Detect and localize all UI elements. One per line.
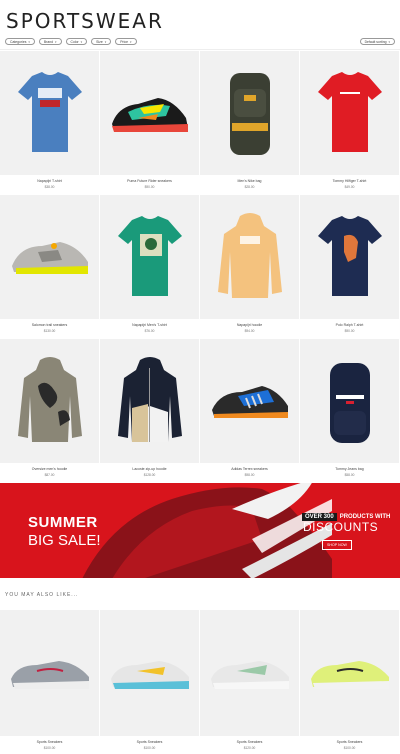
recommended-grid: Sports Sneakers $100.00 Sports Sneakers …	[0, 610, 400, 754]
chevron-down-icon: ▾	[54, 39, 57, 44]
page-title: SPORTSWEAR	[6, 9, 164, 33]
divider	[0, 49, 400, 50]
product-name[interactable]: Lacoste zip-up hoodie	[100, 467, 199, 471]
product-image	[300, 339, 399, 463]
filter-color[interactable]: Color ▾	[65, 38, 88, 45]
product-image	[100, 195, 199, 319]
product-card[interactable]: Tommy Jeans bag $58.00	[300, 339, 400, 483]
product-card[interactable]: Sports Sneakers $100.00	[0, 610, 100, 754]
product-image	[200, 610, 299, 736]
product-grid: Napapijri T-shirt $38.00 Puma Future Rid…	[0, 51, 400, 483]
product-name[interactable]: Adidas Terrex sneakers	[200, 467, 299, 471]
product-card[interactable]: Tommy Hilfiger T-shirt $49.00	[300, 51, 400, 195]
product-card[interactable]: Oversize men's hoodie $87.00	[0, 339, 100, 483]
banner-big-sale: BIG SALE!	[28, 532, 101, 549]
filter-label: Categories	[10, 39, 27, 44]
chevron-down-icon: ▾	[388, 39, 390, 44]
product-image	[300, 610, 399, 736]
product-price: $90.00	[344, 329, 355, 333]
product-image	[0, 339, 99, 463]
product-card[interactable]: Napapijri Men's T-shirt $76.00	[100, 195, 200, 339]
product-image	[200, 339, 299, 463]
product-price: $100.00	[143, 746, 156, 750]
product-image	[100, 610, 199, 736]
product-name[interactable]: Sports Sneakers	[100, 740, 199, 744]
sort-label: Default sorting	[364, 39, 387, 44]
filter-size[interactable]: Size ▾	[91, 38, 112, 45]
product-price: $130.00	[43, 329, 56, 333]
product-image	[100, 339, 199, 463]
product-price: $28.00	[244, 185, 255, 189]
product-name[interactable]: Napapijri hoodie	[200, 323, 299, 327]
banner-discounts: DISCOUNTS	[303, 520, 379, 534]
banner-summer: SUMMER	[28, 514, 98, 531]
product-card[interactable]: Salomon trail sneakers $130.00	[0, 195, 100, 339]
product-price: $94.00	[244, 329, 255, 333]
filter-categories[interactable]: Categories ▾	[5, 38, 35, 45]
product-image	[300, 51, 399, 175]
product-image	[200, 51, 299, 175]
product-price: $98.00	[244, 473, 255, 477]
product-card[interactable]: Napapijri T-shirt $38.00	[0, 51, 100, 195]
product-card[interactable]: Men's Nike bag $28.00	[200, 51, 300, 195]
filter-bar: Categories ▾ Brand ▾ Color ▾ Size ▾ Price ▾	[5, 38, 137, 45]
product-name[interactable]: Napapijri T-shirt	[0, 179, 99, 183]
chevron-down-icon: ▾	[129, 39, 132, 44]
chevron-down-icon: ▾	[28, 39, 30, 44]
product-price: $76.00	[144, 329, 155, 333]
product-image	[0, 610, 99, 736]
filter-price[interactable]: Price ▾	[115, 38, 137, 45]
product-price: $100.00	[343, 746, 356, 750]
product-price: $58.00	[344, 473, 355, 477]
product-price: $100.00	[43, 746, 56, 750]
you-may-also-like-heading: YOU MAY ALSO LIKE...	[5, 592, 79, 598]
sort-dropdown[interactable]: Default sorting ▾	[359, 38, 395, 45]
product-image	[200, 195, 299, 319]
product-image	[300, 195, 399, 319]
product-name[interactable]: Sports Sneakers	[300, 740, 399, 744]
filter-label: Color	[70, 39, 79, 44]
product-name[interactable]: Polo Ralph T-shirt	[300, 323, 399, 327]
product-price: $38.00	[44, 185, 55, 189]
product-price: $120.00	[243, 746, 256, 750]
product-price: $87.00	[44, 473, 55, 477]
product-name[interactable]: Napapijri Men's T-shirt	[100, 323, 199, 327]
product-image	[100, 51, 199, 175]
product-name[interactable]: Oversize men's hoodie	[0, 467, 99, 471]
product-price: $90.00	[144, 185, 155, 189]
product-image	[0, 51, 99, 175]
product-name[interactable]: Tommy Hilfiger T-shirt	[300, 179, 399, 183]
product-card[interactable]: Sports Sneakers $100.00	[100, 610, 200, 754]
product-name[interactable]: Men's Nike bag	[200, 179, 299, 183]
product-card[interactable]: Sports Sneakers $120.00	[200, 610, 300, 754]
product-card[interactable]: Adidas Terrex sneakers $98.00	[200, 339, 300, 483]
product-card[interactable]: Sports Sneakers $100.00	[300, 610, 400, 754]
banner-shoe-image	[82, 483, 332, 578]
product-card[interactable]: Puma Future Rider sneakers $90.00	[100, 51, 200, 195]
product-name[interactable]: Sports Sneakers	[200, 740, 299, 744]
product-name[interactable]: Salomon trail sneakers	[0, 323, 99, 327]
product-card[interactable]: Napapijri hoodie $94.00	[200, 195, 300, 339]
product-price: $128.00	[143, 473, 156, 477]
filter-label: Brand	[43, 39, 53, 44]
product-card[interactable]: Lacoste zip-up hoodie $128.00	[100, 339, 200, 483]
product-image	[0, 195, 99, 319]
product-name[interactable]: Sports Sneakers	[0, 740, 99, 744]
filter-label: Size	[96, 39, 103, 44]
shop-now-button[interactable]: SHOP NOW	[322, 540, 352, 550]
product-card[interactable]: Polo Ralph T-shirt $90.00	[300, 195, 400, 339]
chevron-down-icon: ▾	[80, 39, 83, 44]
chevron-down-icon: ▾	[104, 39, 107, 44]
product-price: $49.00	[344, 185, 355, 189]
product-name[interactable]: Puma Future Rider sneakers	[100, 179, 199, 183]
product-name[interactable]: Tommy Jeans bag	[300, 467, 399, 471]
filter-label: Price	[120, 39, 128, 44]
filter-brand[interactable]: Brand ▾	[38, 38, 62, 45]
